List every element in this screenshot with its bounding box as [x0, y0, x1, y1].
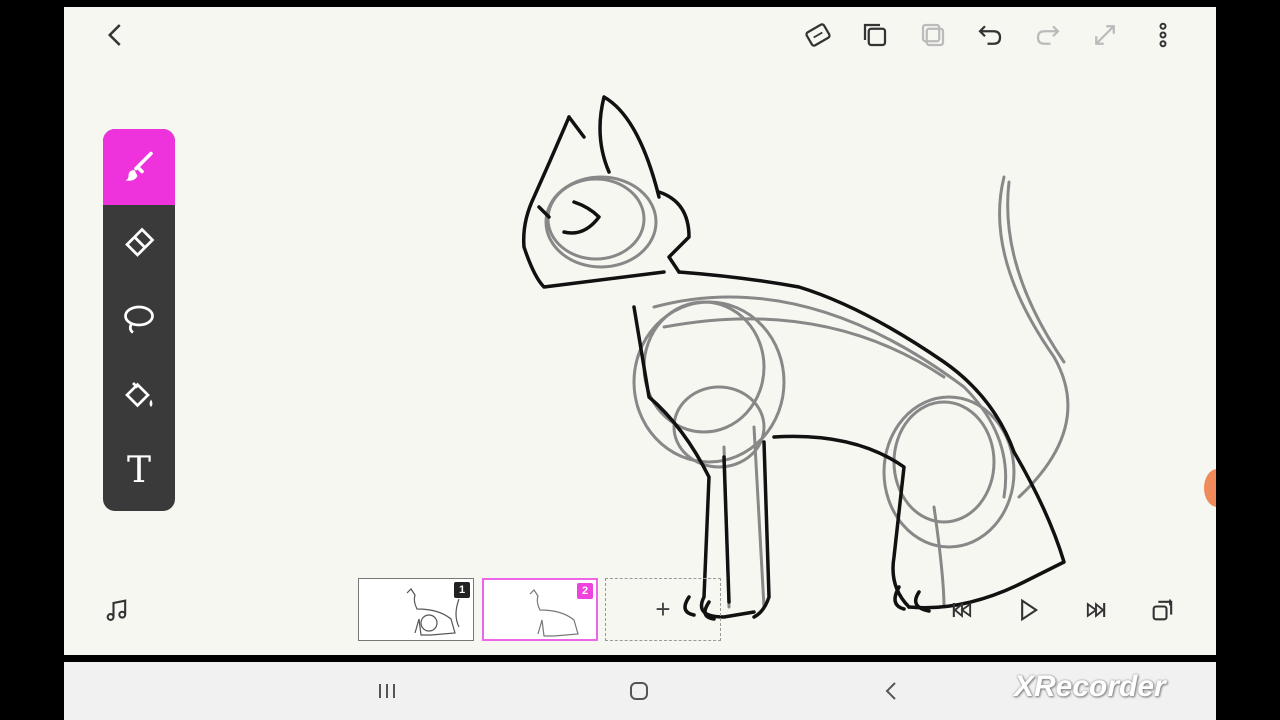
add-frame-button[interactable]: +	[605, 578, 721, 641]
recents-icon[interactable]	[367, 674, 407, 708]
fill-tool[interactable]	[103, 357, 175, 433]
brush-tool[interactable]	[103, 129, 175, 205]
frame-number-badge: 2	[577, 583, 593, 599]
system-navigation-bar: XRecorder	[64, 662, 1216, 720]
music-icon[interactable]	[99, 592, 135, 628]
tool-palette: T	[103, 129, 175, 511]
brush-icon	[125, 151, 153, 181]
copy-frame-icon[interactable]	[857, 17, 893, 53]
paste-frame-icon[interactable]	[915, 17, 951, 53]
lasso-tool[interactable]	[103, 281, 175, 357]
back-arrow-icon[interactable]	[98, 17, 134, 53]
eraser-icon	[125, 227, 155, 257]
frame-number-badge: 1	[454, 582, 470, 598]
home-icon[interactable]	[619, 674, 659, 708]
fullscreen-icon[interactable]	[1087, 17, 1123, 53]
xrecorder-watermark: XRecorder	[1014, 670, 1166, 703]
text-tool[interactable]: T	[103, 433, 175, 509]
skip-end-icon[interactable]	[1078, 592, 1114, 628]
drawing-canvas[interactable]	[64, 7, 1216, 655]
frame-thumbnail-1[interactable]: 1	[358, 578, 474, 641]
play-icon[interactable]	[1010, 592, 1046, 628]
more-vert-icon[interactable]	[1145, 17, 1181, 53]
skip-start-icon[interactable]	[944, 592, 980, 628]
frame-thumbnail-2[interactable]: 2	[482, 578, 598, 641]
frames-settings-icon[interactable]	[1145, 592, 1181, 628]
text-tool-label: T	[126, 450, 151, 491]
undo-icon[interactable]	[972, 17, 1008, 53]
redo-icon[interactable]	[1030, 17, 1066, 53]
lasso-icon	[124, 305, 154, 334]
onion-skin-icon[interactable]	[800, 17, 836, 53]
back-icon[interactable]	[871, 674, 911, 708]
fill-bucket-icon	[125, 382, 153, 408]
eraser-tool[interactable]	[103, 205, 175, 281]
drawing-app-screen: T 1 2 +	[64, 7, 1216, 655]
